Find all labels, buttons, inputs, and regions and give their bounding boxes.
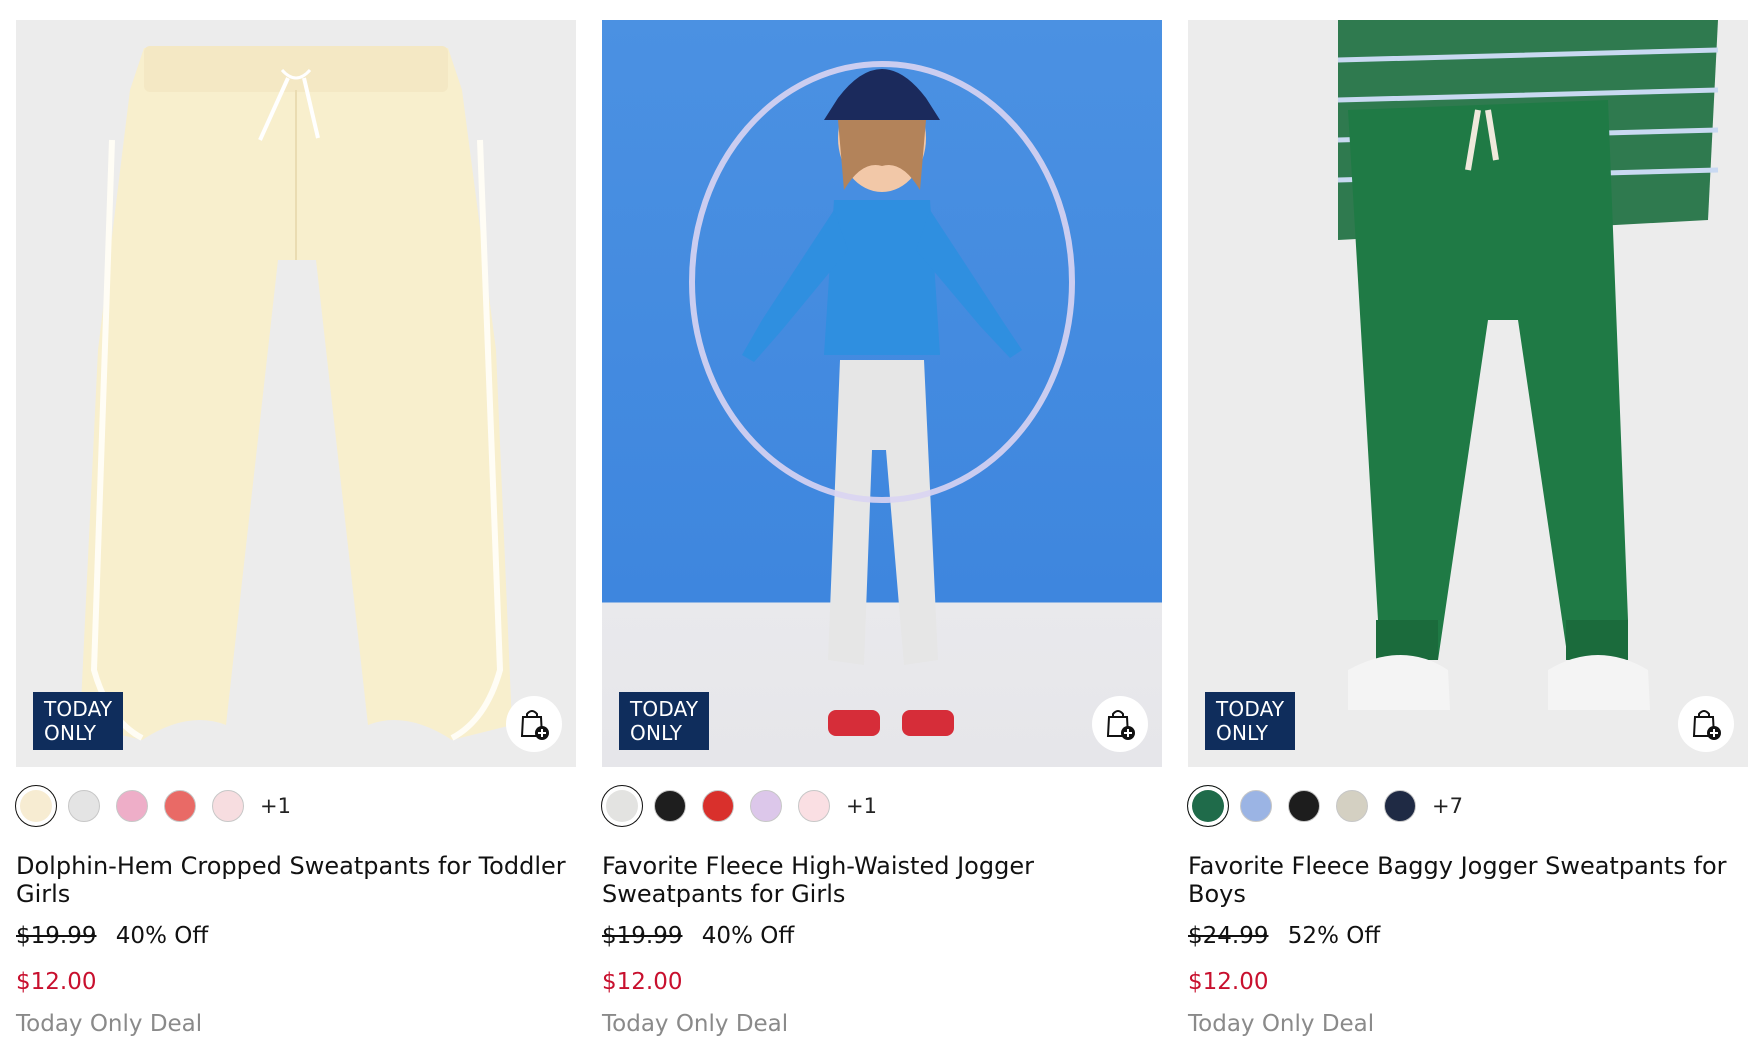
deal-label: Today Only Deal — [602, 1011, 789, 1037]
today-only-badge: TODAY ONLY — [619, 692, 709, 750]
product-image[interactable]: TODAY ONLY — [1188, 20, 1748, 767]
product-card: TODAY ONLY +7 Favorite Fleece Baggy Jogg… — [1187, 20, 1748, 1037]
original-price: $24.99 — [1188, 923, 1269, 949]
discount-label: 52% Off — [1287, 923, 1381, 949]
badge-line-1: TODAY — [44, 697, 113, 721]
color-swatch[interactable] — [702, 790, 734, 822]
discount-label: 40% Off — [115, 923, 209, 949]
product-image[interactable]: TODAY ONLY — [16, 20, 576, 767]
more-colors-link[interactable]: +1 — [846, 794, 877, 818]
product-card: TODAY ONLY +1 Dolphin-Hem Cropped Sweatp… — [15, 20, 576, 1037]
sale-price: $12.00 — [602, 969, 683, 995]
more-colors-link[interactable]: +7 — [1432, 794, 1463, 818]
color-swatch[interactable] — [1187, 785, 1229, 827]
more-colors-link[interactable]: +1 — [260, 794, 291, 818]
add-to-bag-button[interactable] — [1092, 696, 1148, 752]
color-swatch[interactable] — [601, 785, 643, 827]
deal-label: Today Only Deal — [1188, 1011, 1375, 1037]
product-title-link[interactable]: Dolphin-Hem Cropped Sweatpants for Toddl… — [16, 852, 576, 908]
color-swatch[interactable] — [1384, 790, 1416, 822]
color-swatch[interactable] — [750, 790, 782, 822]
price-row: $19.99 40% Off — [16, 923, 576, 953]
badge-line-2: ONLY — [1216, 721, 1269, 745]
color-swatches: +1 — [601, 782, 1162, 830]
cream-sweatpants-illustration — [80, 46, 512, 741]
today-only-badge: TODAY ONLY — [1205, 692, 1295, 750]
color-swatches: +1 — [15, 782, 576, 830]
color-swatch[interactable] — [798, 790, 830, 822]
price-row: $19.99 40% Off — [602, 923, 1162, 953]
original-price: $19.99 — [602, 923, 683, 949]
color-swatch[interactable] — [1336, 790, 1368, 822]
product-grid: TODAY ONLY +1 Dolphin-Hem Cropped Sweatp… — [15, 20, 1748, 1037]
product-title-link[interactable]: Favorite Fleece High-Waisted Jogger Swea… — [602, 852, 1162, 908]
product-title-link[interactable]: Favorite Fleece Baggy Jogger Sweatpants … — [1188, 852, 1748, 908]
color-swatches: +7 — [1187, 782, 1748, 830]
badge-line-2: ONLY — [630, 721, 683, 745]
shopping-bag-add-icon — [520, 710, 549, 740]
color-swatch[interactable] — [164, 790, 196, 822]
price-row: $24.99 52% Off — [1188, 923, 1748, 953]
today-only-badge: TODAY ONLY — [33, 692, 123, 750]
color-swatch[interactable] — [68, 790, 100, 822]
product-image[interactable]: TODAY ONLY — [602, 20, 1162, 767]
add-to-bag-button[interactable] — [1678, 696, 1734, 752]
deal-label: Today Only Deal — [16, 1011, 203, 1037]
shopping-bag-add-icon — [1692, 710, 1721, 740]
girl-with-hoop-illustration — [689, 61, 1075, 736]
product-card: TODAY ONLY +1 Favorite Fleece High-Waist… — [601, 20, 1162, 1037]
add-to-bag-button[interactable] — [506, 696, 562, 752]
discount-label: 40% Off — [701, 923, 795, 949]
green-joggers-illustration — [1337, 20, 1719, 710]
color-swatch[interactable] — [654, 790, 686, 822]
color-swatch[interactable] — [212, 790, 244, 822]
badge-line-1: TODAY — [1216, 697, 1285, 721]
color-swatch[interactable] — [1288, 790, 1320, 822]
sale-price: $12.00 — [16, 969, 97, 995]
color-swatch[interactable] — [1240, 790, 1272, 822]
badge-line-2: ONLY — [44, 721, 97, 745]
original-price: $19.99 — [16, 923, 97, 949]
badge-line-1: TODAY — [630, 697, 699, 721]
color-swatch[interactable] — [15, 785, 57, 827]
shopping-bag-add-icon — [1106, 710, 1135, 740]
sale-price: $12.00 — [1188, 969, 1269, 995]
color-swatch[interactable] — [116, 790, 148, 822]
